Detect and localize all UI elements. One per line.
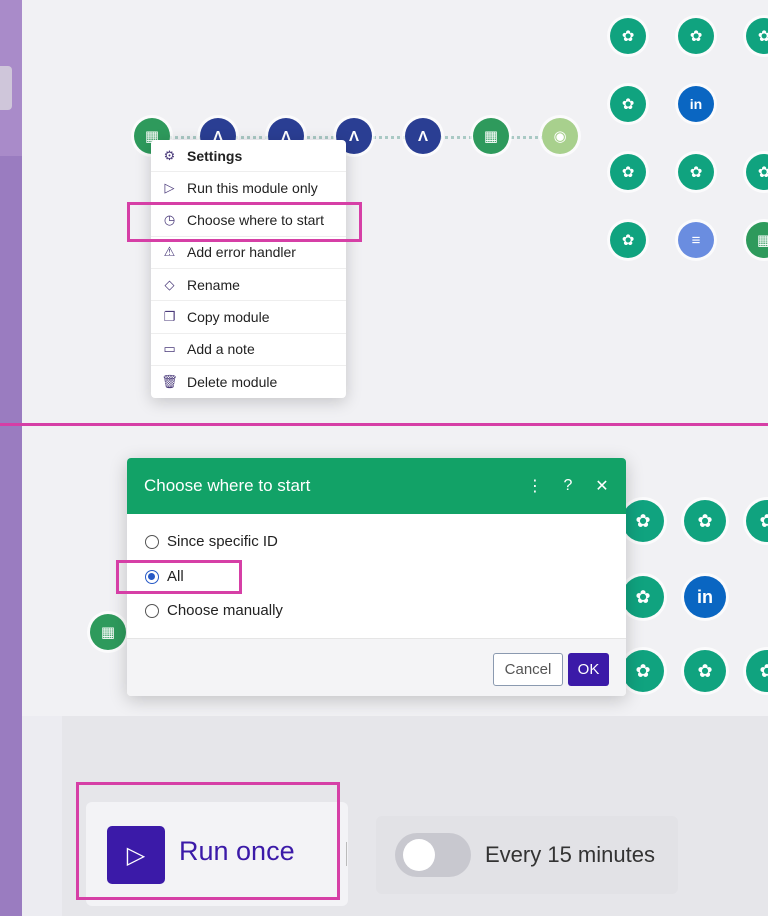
menu-item-label: Settings <box>187 147 243 164</box>
openai-icon[interactable]: ✿ <box>610 154 646 190</box>
menu-item-label: Rename <box>187 276 240 293</box>
openai-icon[interactable]: ✿ <box>684 500 726 542</box>
menu-item-add-a-note[interactable]: ▭ Add a note <box>151 334 346 366</box>
openai-icon[interactable]: ✿ <box>746 154 768 190</box>
dialog-header: Choose where to start ⋮ ? ✕ <box>127 458 626 514</box>
google-sheets-module-icon[interactable]: ▦ <box>746 222 768 258</box>
google-docs-icon[interactable]: ≡ <box>678 222 714 258</box>
option-since-specific-id[interactable]: Since specific ID <box>145 533 278 550</box>
menu-item-copy-module[interactable]: ❐ Copy module <box>151 301 346 334</box>
note-icon: ▭ <box>163 341 176 357</box>
trash-icon: 🗑 <box>161 373 178 389</box>
menu-item-label: Add a note <box>187 341 255 358</box>
openai-icon[interactable]: ✿ <box>746 650 768 692</box>
menu-item-label: Copy module <box>187 308 270 325</box>
highlight-box <box>76 782 340 900</box>
option-label: Since specific ID <box>167 533 278 550</box>
toolbar-separator <box>346 842 347 866</box>
openai-icon[interactable]: ✿ <box>746 18 768 54</box>
menu-item-label: Delete module <box>187 373 278 390</box>
highlight-box <box>127 202 362 242</box>
radio-button[interactable] <box>145 534 159 549</box>
openai-icon[interactable]: ✿ <box>610 18 646 54</box>
ok-button[interactable]: OK <box>568 653 609 686</box>
dialog-title: Choose where to start <box>144 476 311 495</box>
openai-icon[interactable]: ✿ <box>610 86 646 122</box>
cancel-button[interactable]: Cancel <box>493 653 563 686</box>
openai-icon[interactable]: ✿ <box>610 222 646 258</box>
warning-icon: ⚠ <box>163 244 176 260</box>
close-icon[interactable]: ✕ <box>595 476 609 496</box>
radio-button[interactable] <box>145 603 159 618</box>
eraser-icon: ◇ <box>164 276 175 292</box>
more-options-icon[interactable]: ⋮ <box>527 476 543 496</box>
schedule-label[interactable]: Every 15 minutes <box>485 842 655 868</box>
menu-item-rename[interactable]: ◇ Rename <box>151 269 346 302</box>
copy-icon: ❐ <box>163 308 176 324</box>
openai-icon[interactable]: ✿ <box>746 500 768 542</box>
sidebar-handle[interactable] <box>0 66 12 110</box>
openai-icon[interactable]: ✿ <box>622 650 664 692</box>
play-icon: ▷ <box>164 179 175 195</box>
highlight-box <box>116 560 242 594</box>
menu-item-delete-module[interactable]: 🗑 Delete module <box>151 366 346 398</box>
linkedin-icon[interactable]: in <box>684 576 726 618</box>
openai-icon[interactable]: ✿ <box>684 650 726 692</box>
option-choose-manually[interactable]: Choose manually <box>145 602 283 619</box>
openai-icon[interactable]: ✿ <box>678 154 714 190</box>
schedule-toggle-knob <box>403 839 435 871</box>
module-context-menu: ⚙ Settings ▷ Run this module only ◷ Choo… <box>151 140 346 398</box>
dialog-footer: Cancel OK <box>127 638 626 696</box>
openai-icon[interactable]: ✿ <box>678 18 714 54</box>
menu-item-label: Add error handler <box>187 244 296 261</box>
help-icon[interactable]: ? <box>561 477 575 495</box>
openai-icon[interactable]: ✿ <box>622 576 664 618</box>
menu-item-settings[interactable]: ⚙ Settings <box>151 140 346 173</box>
google-sheets-module-icon[interactable]: ▦ <box>473 118 509 154</box>
google-sheets-module-icon[interactable]: ▦ <box>90 614 126 650</box>
left-sidebar-strip-lower <box>0 156 22 916</box>
linkedin-icon[interactable]: in <box>678 86 714 122</box>
gear-icon: ⚙ <box>163 147 176 163</box>
router-icon[interactable]: ◉ <box>542 118 578 154</box>
apify-module-icon[interactable]: Λ <box>405 118 441 154</box>
openai-icon[interactable]: ✿ <box>622 500 664 542</box>
option-label: Choose manually <box>167 602 283 619</box>
menu-item-label: Run this module only <box>187 179 318 196</box>
menu-item-run-this-module-only[interactable]: ▷ Run this module only <box>151 172 346 205</box>
